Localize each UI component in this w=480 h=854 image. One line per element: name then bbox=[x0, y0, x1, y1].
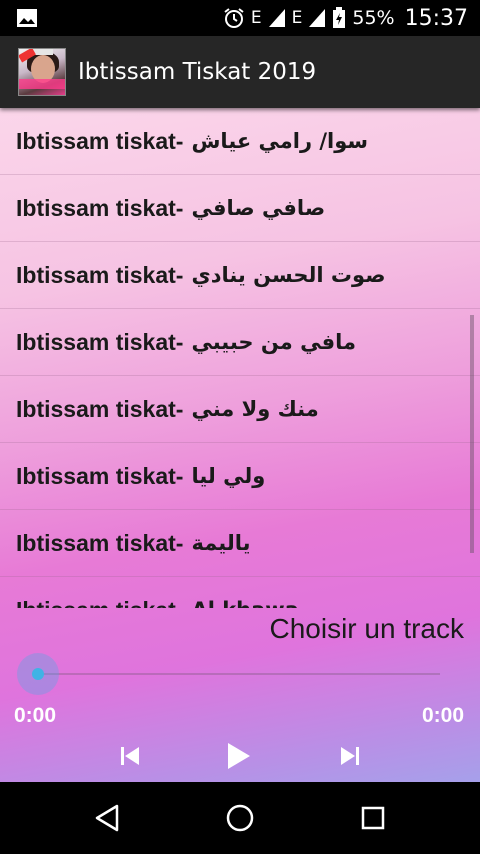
battery-icon bbox=[333, 7, 346, 28]
track-list[interactable]: Ibtissam tiskat- سوا/ رامي عياش Ibtissam… bbox=[0, 108, 480, 608]
choose-track-label: Choisir un track bbox=[269, 613, 464, 644]
home-button[interactable] bbox=[222, 800, 258, 836]
track-artist: Ibtissam tiskat- bbox=[16, 395, 184, 422]
track-name: ياليمة bbox=[191, 531, 251, 555]
track-artist: Ibtissam tiskat- bbox=[16, 261, 184, 288]
seek-thumb[interactable] bbox=[32, 668, 44, 680]
list-item[interactable]: Ibtissam tiskat- ياليمة bbox=[0, 510, 480, 577]
list-item[interactable]: Ibtissam tiskat- صافي صافي bbox=[0, 175, 480, 242]
play-button[interactable] bbox=[220, 738, 256, 774]
track-name: Al khawa bbox=[191, 598, 298, 608]
list-item[interactable]: Ibtissam tiskat- صوت الحسن ينادي bbox=[0, 242, 480, 309]
recents-button[interactable] bbox=[355, 800, 391, 836]
track-artist: Ibtissam tiskat- bbox=[16, 194, 184, 221]
list-item[interactable]: Ibtissam tiskat- مافي من حبيبي bbox=[0, 309, 480, 376]
app-bar: Ibtissam Tiskat 2019 bbox=[0, 36, 480, 108]
list-item[interactable]: Ibtissam tiskat- Al khawa bbox=[0, 577, 480, 609]
image-notification-icon bbox=[17, 9, 37, 27]
track-artist: Ibtissam tiskat- bbox=[16, 127, 184, 154]
list-item[interactable]: Ibtissam tiskat- ولي ليا bbox=[0, 443, 480, 510]
list-item[interactable]: Ibtissam tiskat- منك ولا مني bbox=[0, 376, 480, 443]
play-icon bbox=[228, 743, 250, 769]
status-bar: E E 55% 15:37 bbox=[0, 0, 480, 36]
seek-bar[interactable] bbox=[38, 673, 440, 675]
track-name: صوت الحسن ينادي bbox=[191, 263, 386, 287]
track-artist: Ibtissam tiskat- bbox=[16, 597, 183, 609]
app-title: Ibtissam Tiskat 2019 bbox=[78, 59, 317, 85]
track-name: سوا/ رامي عياش bbox=[191, 129, 369, 153]
previous-button[interactable] bbox=[112, 738, 148, 774]
app-logo bbox=[18, 48, 66, 96]
alarm-icon bbox=[224, 8, 244, 28]
track-artist: Ibtissam tiskat- bbox=[16, 529, 184, 556]
main-content: Ibtissam tiskat- سوا/ رامي عياش Ibtissam… bbox=[0, 108, 480, 782]
back-button[interactable] bbox=[89, 800, 125, 836]
back-icon bbox=[95, 804, 119, 832]
status-icons: E E 55% 15:37 bbox=[223, 0, 468, 36]
signal-icon-2 bbox=[309, 9, 326, 27]
home-icon bbox=[226, 804, 254, 832]
battery-percent: 55% bbox=[352, 7, 395, 29]
skip-previous-icon bbox=[121, 747, 139, 765]
track-artist: Ibtissam tiskat- bbox=[16, 462, 184, 489]
scrollbar[interactable] bbox=[470, 315, 474, 553]
track-name: منك ولا مني bbox=[191, 397, 319, 421]
network-type-2: E bbox=[291, 8, 303, 28]
network-type-1: E bbox=[250, 8, 262, 28]
list-item[interactable]: Ibtissam tiskat- سوا/ رامي عياش bbox=[0, 108, 480, 175]
next-button[interactable] bbox=[332, 738, 368, 774]
signal-icon bbox=[268, 9, 285, 27]
track-name: ولي ليا bbox=[191, 464, 266, 488]
recents-icon bbox=[361, 806, 385, 830]
track-artist: Ibtissam tiskat- bbox=[16, 328, 184, 355]
clock: 15:37 bbox=[404, 5, 468, 31]
navigation-bar bbox=[0, 782, 480, 854]
track-name: صافي صافي bbox=[191, 196, 326, 220]
total-time: 0:00 bbox=[421, 704, 464, 727]
track-name: مافي من حبيبي bbox=[191, 330, 356, 354]
skip-next-icon bbox=[341, 747, 359, 765]
elapsed-time: 0:00 bbox=[14, 704, 57, 727]
